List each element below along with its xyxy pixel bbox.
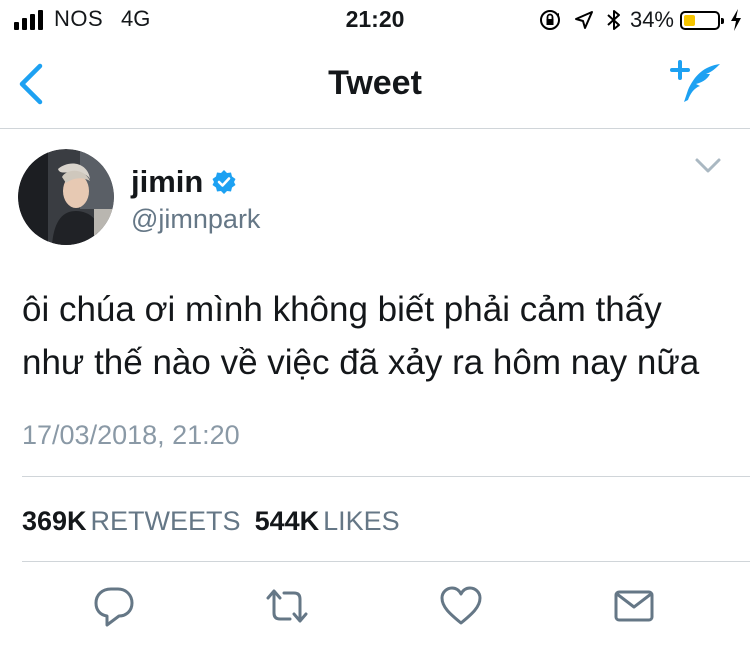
page-title: Tweet	[328, 64, 422, 102]
user-handle[interactable]: @jimnpark	[131, 204, 260, 235]
compose-tweet-button[interactable]	[666, 56, 722, 112]
nav-bar: Tweet	[0, 40, 750, 129]
battery-percent: 34%	[629, 7, 674, 32]
status-right-group: 34%	[538, 6, 742, 34]
tweet-timestamp: 17/03/2018, 21:20	[22, 420, 240, 450]
battery-fill	[684, 14, 695, 26]
verified-badge-icon	[212, 170, 236, 194]
heart-icon	[440, 586, 482, 625]
divider	[22, 476, 750, 477]
display-name-row: jimin	[131, 164, 237, 200]
likes-count[interactable]: 544K	[255, 506, 320, 537]
tweet-action-bar	[0, 583, 750, 633]
location-arrow-icon	[574, 10, 594, 30]
direct-message-button[interactable]	[611, 583, 657, 629]
compose-tweet-icon	[670, 60, 720, 102]
tweet-options-button[interactable]	[692, 152, 724, 180]
display-name[interactable]: jimin	[131, 164, 203, 200]
charging-bolt-icon	[730, 9, 742, 31]
envelope-icon	[614, 590, 654, 622]
chevron-down-icon	[695, 158, 721, 173]
status-bar: NOS 4G 21:20 34%	[0, 0, 750, 40]
likes-label[interactable]: LIKES	[323, 506, 400, 537]
tweet-text-line: như thế nào về việc đã xảy ra hôm nay nữ…	[22, 343, 700, 382]
retweets-label[interactable]: RETWEETS	[91, 506, 241, 537]
divider	[22, 561, 750, 562]
battery-icon	[680, 10, 724, 30]
avatar[interactable]	[18, 149, 114, 245]
reply-icon	[94, 587, 134, 627]
retweets-count[interactable]: 369K	[22, 506, 87, 537]
retweet-icon	[266, 589, 308, 623]
reply-button[interactable]	[91, 583, 137, 629]
tweet-text: ôi chúa ơi mình không biết phải cảm thấy…	[22, 283, 737, 389]
like-button[interactable]	[438, 583, 484, 629]
bluetooth-icon	[606, 8, 622, 32]
orientation-lock-icon	[538, 8, 562, 32]
retweet-button[interactable]	[264, 583, 310, 629]
engagement-counts: 369K RETWEETS 544K LIKES	[22, 506, 414, 537]
tweet-text-line: ôi chúa ơi mình không biết phải cảm thấy	[22, 290, 662, 329]
